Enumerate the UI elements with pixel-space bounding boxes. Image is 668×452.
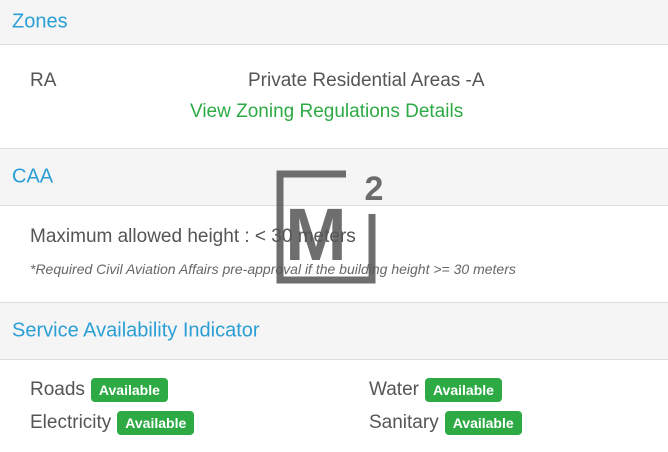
- status-badge: Available: [444, 411, 522, 435]
- zones-header: Zones: [0, 0, 668, 45]
- services-heading: Service Availability Indicator: [12, 319, 260, 342]
- service-label: Roads: [30, 379, 85, 400]
- service-water: Water Available: [369, 378, 502, 402]
- status-badge: Available: [117, 411, 195, 435]
- svg-text:2: 2: [365, 170, 384, 208]
- services-header: Service Availability Indicator: [0, 302, 668, 360]
- zone-description: Private Residential Areas -A: [248, 70, 485, 91]
- service-label: Electricity: [30, 412, 112, 433]
- svg-text:M: M: [285, 193, 347, 276]
- status-badge: Available: [424, 378, 502, 402]
- view-zoning-regulations-link[interactable]: View Zoning Regulations Details: [190, 101, 463, 123]
- service-electricity: Electricity Available: [30, 411, 195, 435]
- status-badge: Available: [90, 378, 168, 402]
- service-label: Water: [369, 379, 419, 400]
- m2-watermark-logo: M 2: [276, 170, 384, 284]
- service-label: Sanitary: [369, 412, 439, 433]
- caa-heading: CAA: [12, 165, 54, 188]
- zones-heading: Zones: [12, 10, 68, 32]
- service-roads: Roads Available: [30, 378, 168, 402]
- zone-code: RA: [30, 70, 57, 91]
- caa-approval-note: *Required Civil Aviation Affairs pre-app…: [30, 261, 516, 277]
- service-sanitary: Sanitary Available: [369, 411, 522, 435]
